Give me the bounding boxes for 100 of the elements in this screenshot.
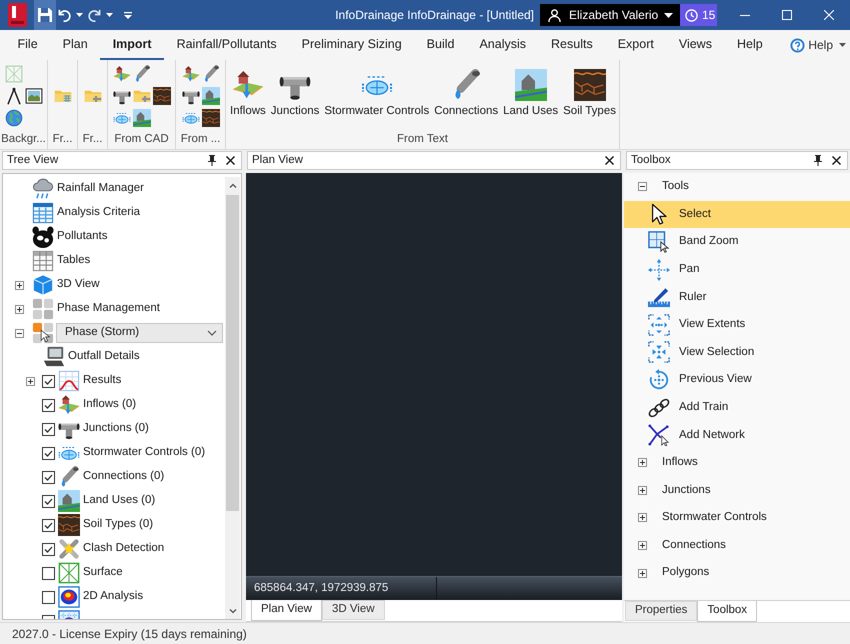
- checkbox[interactable]: [42, 542, 55, 556]
- tool-item[interactable]: Add Train: [624, 394, 850, 422]
- panel-tab[interactable]: 3D View: [322, 600, 385, 620]
- pin-icon[interactable]: [814, 155, 822, 166]
- soil-layers-icon[interactable]: [152, 87, 170, 105]
- menu-tab[interactable]: Results: [538, 30, 606, 60]
- toolbox-section-label[interactable]: Stormwater Controls: [662, 509, 767, 527]
- ribbon-button[interactable]: Inflows: [229, 69, 267, 118]
- expand-toggle[interactable]: [638, 541, 647, 550]
- save-button[interactable]: [34, 0, 56, 30]
- expand-toggle[interactable]: [638, 568, 647, 578]
- checkbox[interactable]: [42, 590, 55, 604]
- undo-icon: [58, 8, 71, 22]
- menu-tab[interactable]: Analysis: [466, 30, 539, 60]
- tree-item-label[interactable]: Results: [83, 372, 122, 390]
- checkbox[interactable]: [42, 398, 55, 412]
- menu-tab[interactable]: Plan: [50, 30, 100, 60]
- house-landscape-icon[interactable]: [202, 87, 220, 105]
- tree-item-label[interactable]: Rainfall Manager: [57, 180, 144, 198]
- menu-tab[interactable]: Build: [414, 30, 467, 60]
- toolbox-section-label[interactable]: Connections: [662, 536, 726, 554]
- close-icon[interactable]: [832, 156, 841, 165]
- tree-item-label[interactable]: 2D Analysis: [83, 588, 144, 606]
- picture-icon[interactable]: [24, 87, 42, 105]
- phase-dropdown[interactable]: Phase (Storm): [56, 323, 223, 343]
- toolbox-section-label[interactable]: Junctions: [662, 482, 711, 499]
- tree-item-label[interactable]: Phase Management: [57, 300, 160, 318]
- tree-item-label[interactable]: Connections (0): [83, 468, 164, 486]
- checkbox[interactable]: [42, 446, 55, 460]
- tree-item-label[interactable]: Inflows (0): [83, 396, 136, 414]
- ribbon-button[interactable]: Junctions: [270, 69, 320, 118]
- panel-tab[interactable]: Properties: [625, 601, 698, 621]
- menu-tab[interactable]: Preliminary Sizing: [289, 30, 414, 60]
- menu-tab[interactable]: Export: [605, 30, 666, 60]
- expand-toggle[interactable]: [14, 304, 24, 314]
- panel-tab[interactable]: Toolbox: [697, 601, 758, 622]
- tree-item-label[interactable]: Land Uses (0): [83, 492, 156, 510]
- coordinates-readout: 685864.347, 1972939.875: [254, 580, 388, 596]
- panel-title: Tree View: [7, 152, 58, 168]
- house-landscape-icon: [58, 490, 80, 512]
- soil-layers-icon[interactable]: [202, 109, 220, 127]
- expand-toggle[interactable]: [638, 182, 647, 192]
- tree-item-label[interactable]: Soil Types (0): [83, 516, 154, 534]
- tool-item[interactable]: Previous View: [624, 366, 850, 394]
- ribbon-button[interactable]: Soil Types: [562, 69, 617, 118]
- computer-icon: [43, 346, 65, 368]
- tree-item-label[interactable]: Clash Detection: [83, 540, 164, 558]
- tree-item-label[interactable]: Outfall Details: [68, 348, 140, 366]
- tree-item-label[interactable]: Stormwater Controls (0): [83, 444, 206, 462]
- checkbox[interactable]: [42, 518, 55, 532]
- ribbon-button[interactable]: Stormwater Controls: [323, 69, 430, 118]
- tree-item-label[interactable]: Surface: [83, 564, 123, 582]
- menu-tab[interactable]: Rainfall/Pollutants: [164, 30, 290, 60]
- panel-tab[interactable]: Plan View: [251, 600, 322, 621]
- trial-button[interactable]: 15: [680, 4, 717, 26]
- tool-item[interactable]: Pan: [624, 256, 850, 284]
- ribbon-button[interactable]: Land Uses: [502, 69, 560, 118]
- tree-item-label[interactable]: Analysis Criteria: [57, 204, 140, 222]
- expand-toggle[interactable]: [638, 486, 647, 495]
- toolbox-section-label[interactable]: Polygons: [662, 564, 710, 582]
- expand-toggle[interactable]: [14, 328, 24, 338]
- app-logo-icon[interactable]: [8, 3, 27, 27]
- tool-item[interactable]: Ruler: [624, 283, 850, 311]
- ribbon-button[interactable]: Connections: [433, 69, 500, 118]
- toolbox-section-label[interactable]: Tools: [662, 178, 689, 196]
- house-arrow-icon[interactable]: [182, 65, 200, 83]
- scroll-down-icon[interactable]: [228, 609, 236, 614]
- checkbox[interactable]: [42, 422, 55, 436]
- tool-item[interactable]: Select: [624, 200, 850, 228]
- checkbox[interactable]: [42, 470, 55, 484]
- expand-toggle[interactable]: [638, 513, 647, 522]
- checkbox[interactable]: [42, 374, 55, 388]
- checkbox[interactable]: [42, 494, 55, 508]
- tool-item[interactable]: View Extents: [624, 310, 850, 339]
- tree-item-label[interactable]: 3D View: [57, 276, 100, 294]
- expand-toggle[interactable]: [26, 376, 34, 386]
- compass-icon[interactable]: [4, 87, 22, 105]
- menu-tab[interactable]: Help: [724, 30, 776, 60]
- scroll-up-icon[interactable]: [228, 183, 236, 188]
- menu-tab[interactable]: Views: [666, 30, 724, 60]
- toolbox-section-label[interactable]: Inflows: [662, 454, 698, 472]
- tree-item-label[interactable]: Junctions (0): [83, 420, 149, 438]
- house-arrow-icon[interactable]: [112, 65, 130, 83]
- close-icon[interactable]: [226, 156, 235, 165]
- tree-item-label[interactable]: Pollutants: [57, 228, 108, 246]
- menu-tab[interactable]: File: [5, 30, 50, 60]
- tool-item[interactable]: View Selection: [624, 338, 850, 366]
- expand-toggle[interactable]: [14, 280, 24, 290]
- scrollbar-thumb[interactable]: [226, 195, 239, 511]
- close-icon[interactable]: [605, 156, 614, 165]
- checkbox[interactable]: [42, 566, 55, 580]
- globe-icon[interactable]: [4, 109, 22, 127]
- help-menu[interactable]: Help: [790, 30, 846, 60]
- pin-icon[interactable]: [208, 155, 216, 166]
- house-landscape-icon[interactable]: [132, 109, 150, 127]
- account-button[interactable]: Elizabeth Valerio: [540, 4, 680, 26]
- tree-item-label[interactable]: Tables: [57, 252, 90, 270]
- tool-item[interactable]: Band Zoom: [624, 228, 850, 256]
- tool-item[interactable]: Add Network: [624, 421, 850, 449]
- expand-toggle[interactable]: [638, 458, 647, 468]
